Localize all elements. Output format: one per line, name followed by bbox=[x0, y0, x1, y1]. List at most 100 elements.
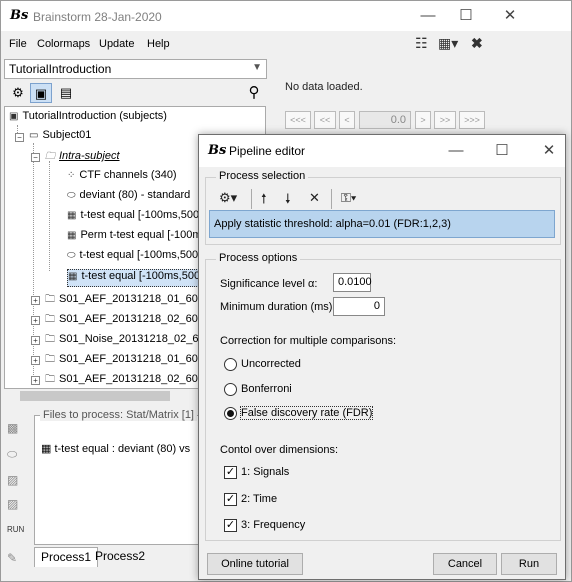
window-layout-icon[interactable]: ▦▾ bbox=[438, 35, 458, 52]
folder-icon: 🗀 bbox=[45, 374, 55, 385]
radio-uncorrected[interactable] bbox=[224, 358, 237, 371]
raw-folder-icon: 🗀 bbox=[45, 334, 55, 345]
protocol-dropdown[interactable]: TutorialIntroduction ▼ bbox=[4, 59, 267, 79]
minimize-button[interactable]: — bbox=[436, 140, 476, 162]
collapse-toggle[interactable]: − bbox=[31, 153, 40, 162]
close-button[interactable]: ✕ bbox=[529, 140, 569, 162]
time-value-field[interactable]: 0.0 bbox=[359, 111, 411, 129]
radio-bonferroni[interactable] bbox=[224, 383, 237, 396]
stat-icon: ▦ bbox=[67, 230, 77, 241]
online-tutorial-button[interactable]: Online tutorial bbox=[207, 553, 303, 575]
tree-item-stat[interactable]: ▦ Perm t-test equal [-100m bbox=[67, 229, 202, 247]
checkbox-signals-label[interactable]: 1: Signals bbox=[241, 466, 289, 478]
brainstorm-logo: Bs bbox=[10, 8, 29, 23]
tree-subject[interactable]: ▭ Subject01 bbox=[29, 129, 91, 147]
raw-folder-icon: 🗀 bbox=[45, 314, 55, 325]
tree-run-item[interactable]: 🗀 S01_AEF_20131218_02_60 bbox=[45, 372, 198, 388]
checkbox-time-label[interactable]: 2: Time bbox=[241, 493, 277, 505]
menu-bar: File Colormaps Update Help bbox=[1, 31, 571, 57]
checkbox-signals[interactable]: ✓ bbox=[224, 466, 237, 479]
close-all-icon[interactable]: ✖ bbox=[471, 35, 483, 52]
delete-process-icon[interactable]: ✕ bbox=[309, 190, 320, 206]
nav-first-button[interactable]: <<< bbox=[285, 111, 311, 129]
checkbox-time[interactable]: ✓ bbox=[224, 493, 237, 506]
nav-last-button[interactable]: >>> bbox=[459, 111, 485, 129]
main-title-bar[interactable]: Bs Brainstorm 28-Jan-2020 — ☐ ✕ bbox=[1, 1, 571, 31]
move-down-icon[interactable]: 🠗 bbox=[285, 190, 291, 212]
channel-icon: ⁘ bbox=[67, 170, 76, 181]
tree-run-item[interactable]: 🗀 S01_AEF_20131218_01_60 bbox=[45, 292, 198, 310]
menu-colormaps[interactable]: Colormaps bbox=[37, 38, 90, 50]
dialog-title-bar[interactable]: Bs Pipeline editor — ☐ ✕ bbox=[199, 135, 565, 167]
nav-prev-button[interactable]: < bbox=[339, 111, 355, 129]
nav-prev-fast-button[interactable]: << bbox=[314, 111, 336, 129]
folder-icon: 🗀 bbox=[45, 151, 55, 162]
radio-bonferroni-label[interactable]: Bonferroni bbox=[241, 383, 292, 395]
tree-run-item[interactable]: 🗀 S01_AEF_20131218_02_60 bbox=[45, 312, 198, 330]
checkbox-frequency[interactable]: ✓ bbox=[224, 519, 237, 532]
radio-fdr[interactable] bbox=[224, 407, 237, 420]
selected-process-item[interactable]: Apply statistic threshold: alpha=0.01 (F… bbox=[209, 210, 555, 238]
close-button[interactable]: ✕ bbox=[490, 5, 530, 27]
tree-item-channels[interactable]: ⁘ CTF channels (340) bbox=[67, 169, 177, 187]
gear-menu-icon[interactable]: ⚙▾ bbox=[219, 190, 237, 206]
significance-field[interactable]: 0.0100 bbox=[333, 273, 372, 292]
checkbox-frequency-label[interactable]: 3: Frequency bbox=[241, 519, 305, 531]
files-to-process-label: Files to process: Stat/Matrix [1] bbox=[40, 409, 197, 421]
brainstorm-logo: Bs bbox=[208, 143, 227, 158]
expand-toggle[interactable]: + bbox=[31, 296, 40, 305]
process-head-icon[interactable]: ⬭ bbox=[7, 447, 17, 462]
run-button[interactable]: Run bbox=[501, 553, 557, 575]
tree-item-stat[interactable]: ▦ t-test equal [-100ms,500 bbox=[67, 209, 199, 227]
collapse-toggle[interactable]: − bbox=[15, 133, 24, 142]
process-stack-icon[interactable]: ▨ bbox=[7, 497, 18, 511]
min-duration-field[interactable]: 0 bbox=[333, 297, 385, 316]
tree-item-difference[interactable]: ⬭ deviant (80) - standard bbox=[67, 189, 190, 207]
maximize-button[interactable]: ☐ bbox=[482, 140, 522, 162]
significance-label: Significance level α: bbox=[220, 278, 318, 290]
correction-label: Correction for multiple comparisons: bbox=[220, 335, 397, 347]
tree-item-stat[interactable]: ⬭ t-test equal [-100ms,500 bbox=[67, 249, 198, 267]
tab-process2[interactable]: Process2 bbox=[89, 547, 151, 567]
radio-fdr-label[interactable]: False discovery rate (FDR) bbox=[239, 406, 374, 420]
menu-help[interactable]: Help bbox=[147, 38, 170, 50]
expand-toggle[interactable]: + bbox=[31, 316, 40, 325]
nav-next-fast-button[interactable]: >> bbox=[434, 111, 456, 129]
menu-update[interactable]: Update bbox=[99, 38, 134, 50]
expand-toggle[interactable]: + bbox=[31, 376, 40, 385]
process-stack-icon[interactable]: ▨ bbox=[7, 473, 18, 487]
radio-uncorrected-label[interactable]: Uncorrected bbox=[241, 358, 301, 370]
nav-next-button[interactable]: > bbox=[415, 111, 431, 129]
tree-root[interactable]: ▣ TutorialIntroduction (subjects) bbox=[9, 110, 167, 128]
tree-intra-subject[interactable]: 🗀 Intra-subject bbox=[45, 149, 120, 167]
studies-view-icon[interactable]: ▤ bbox=[55, 83, 77, 103]
process-selection-label: Process selection bbox=[216, 170, 309, 182]
cancel-button[interactable]: Cancel bbox=[433, 553, 497, 575]
file-item[interactable]: ▦ t-test equal : deviant (80) vs bbox=[41, 442, 190, 455]
functional-view-icon[interactable]: ⚙ bbox=[7, 83, 29, 103]
subjects-view-icon[interactable]: ▣ bbox=[30, 83, 52, 103]
raw-folder-icon: 🗀 bbox=[45, 294, 55, 305]
tree-run-item[interactable]: 🗀 S01_AEF_20131218_01_60 bbox=[45, 352, 198, 370]
expand-toggle[interactable]: + bbox=[31, 336, 40, 345]
run-icon[interactable]: RUN bbox=[7, 525, 24, 534]
protocol-name: TutorialIntroduction bbox=[9, 62, 112, 76]
no-data-label: No data loaded. bbox=[285, 81, 363, 93]
menu-file[interactable]: File bbox=[9, 38, 27, 50]
process-options-label: Process options bbox=[216, 252, 301, 264]
folder-icon: 🗀 bbox=[45, 354, 55, 365]
maximize-button[interactable]: ☐ bbox=[446, 5, 486, 27]
minimize-button[interactable]: — bbox=[408, 5, 448, 27]
wrench-icon[interactable]: ✎ bbox=[7, 551, 17, 565]
protocol-icon: ▣ bbox=[9, 111, 19, 122]
layout-list-icon[interactable]: ☷ bbox=[415, 35, 428, 52]
scrollbar-thumb[interactable] bbox=[20, 391, 170, 401]
expand-toggle[interactable]: + bbox=[31, 356, 40, 365]
pipeline-menu-icon[interactable]: ⚿▾ bbox=[341, 190, 356, 206]
search-icon[interactable]: ⚲ bbox=[243, 83, 265, 103]
min-duration-label: Minimum duration (ms): bbox=[220, 301, 336, 313]
main-window-title: Brainstorm 28-Jan-2020 bbox=[33, 10, 162, 24]
tree-run-item[interactable]: 🗀 S01_Noise_20131218_02_60 bbox=[45, 332, 205, 350]
move-up-icon[interactable]: 🠕 bbox=[261, 190, 267, 212]
process-icon[interactable]: ▩ bbox=[7, 421, 18, 435]
